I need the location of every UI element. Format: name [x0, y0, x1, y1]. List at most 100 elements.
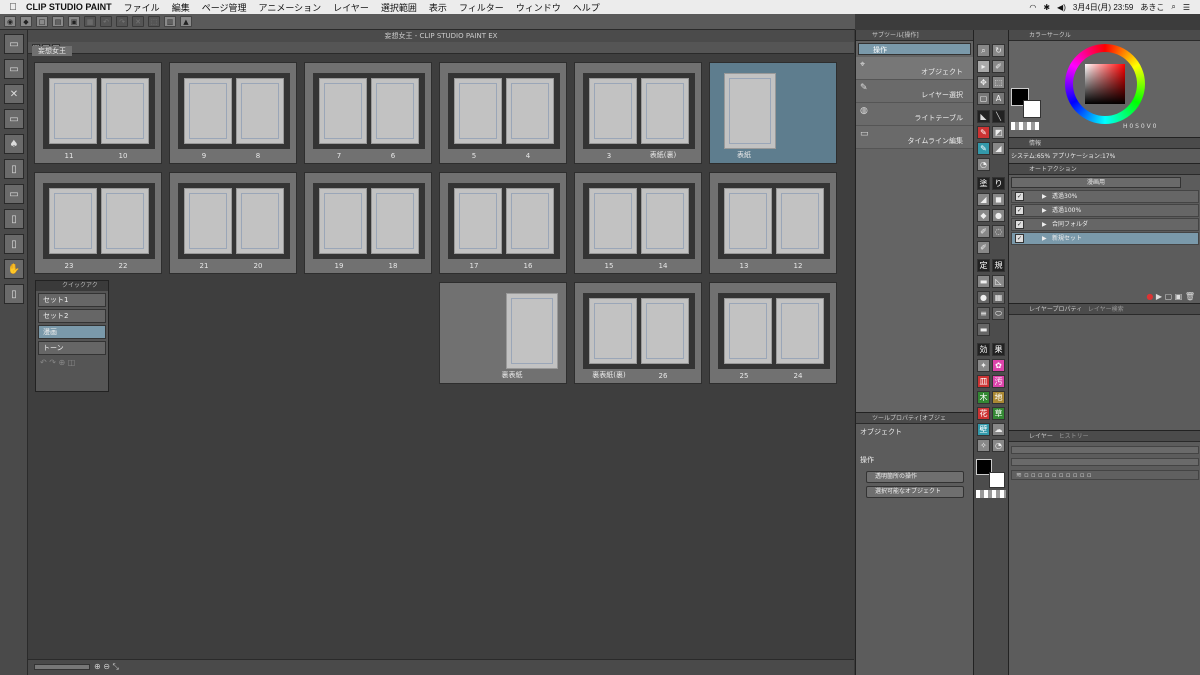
- tab-layer-property[interactable]: レイヤープロパティ: [1029, 306, 1082, 313]
- page-thumbnail[interactable]: [506, 78, 554, 144]
- sub-color-swatch[interactable]: [1023, 100, 1041, 118]
- page-spread[interactable]: 54: [439, 62, 567, 164]
- frame-tool-icon[interactable]: ▬: [977, 275, 990, 288]
- page-thumbnail[interactable]: [319, 188, 367, 254]
- page-thumbnail[interactable]: [454, 78, 502, 144]
- expand-triangle-icon[interactable]: ▶: [1042, 219, 1047, 230]
- star-tool-icon[interactable]: ✧: [977, 439, 990, 452]
- page-thumbnail[interactable]: [101, 188, 149, 254]
- hue-ring[interactable]: [1065, 44, 1145, 124]
- decoration-tool-icon[interactable]: 木: [977, 391, 990, 404]
- tab-layer-search[interactable]: レイヤー検索: [1088, 306, 1124, 313]
- quick-access-tools[interactable]: ↶ ↷ ⊕ ◫: [40, 358, 104, 367]
- pages-icon[interactable]: ▯: [4, 284, 24, 304]
- subtool-item[interactable]: ▭ タイムライン編集: [856, 126, 973, 149]
- hand-icon[interactable]: ✋: [4, 259, 24, 279]
- flower-tool-icon[interactable]: ✿: [992, 359, 1005, 372]
- page-spread[interactable]: 19 18: [304, 172, 432, 274]
- fill-tool-icon[interactable]: 塗: [977, 177, 990, 190]
- page-thumbnail[interactable]: [589, 188, 637, 254]
- brush-tool-icon[interactable]: ✎: [977, 142, 990, 155]
- document-tab[interactable]: 妄想女王: [32, 46, 72, 56]
- page-thumbnail[interactable]: [49, 188, 97, 254]
- page-spread[interactable]: 3 表紙(裏): [574, 62, 702, 164]
- quick-access-item[interactable]: セット2: [38, 309, 106, 323]
- blend-tool-icon[interactable]: ◔: [977, 158, 990, 171]
- page-spread[interactable]: 裏表紙: [439, 282, 567, 384]
- opacity-slider[interactable]: [1011, 458, 1199, 466]
- page-thumbnail[interactable]: [506, 188, 554, 254]
- page-thumbnail[interactable]: [776, 188, 824, 254]
- panel-folder-icon[interactable]: ▭: [4, 34, 24, 54]
- auto-action-set-select[interactable]: 漫画用: [1011, 177, 1181, 188]
- decoration-tool-icon[interactable]: 地: [992, 391, 1005, 404]
- menu-view[interactable]: 表示: [429, 1, 447, 14]
- transform-icon[interactable]: ⬚: [148, 16, 160, 27]
- page-thumbnail[interactable]: [589, 78, 637, 144]
- check-icon[interactable]: ✓: [1015, 220, 1024, 229]
- zoom-buttons[interactable]: ⊕ ⊖ ⤡: [94, 662, 119, 672]
- brush-small-icon[interactable]: ✐: [977, 241, 990, 254]
- check-icon[interactable]: ✓: [1015, 192, 1024, 201]
- volume-icon[interactable]: ◀): [1057, 3, 1066, 12]
- brush-small-icon[interactable]: ✐: [977, 225, 990, 238]
- panel-folder-icon[interactable]: ▭: [4, 184, 24, 204]
- check-icon[interactable]: ✓: [1015, 234, 1024, 243]
- auto-action-item[interactable]: ✓ ▶ 新規セット: [1011, 232, 1199, 245]
- menu-help[interactable]: ヘルプ: [573, 1, 600, 14]
- decoration-tool-icon[interactable]: 皿: [977, 375, 990, 388]
- page-thumbnail[interactable]: [236, 188, 284, 254]
- ruler-tool-icon[interactable]: 規: [992, 259, 1005, 272]
- page-thumbnail[interactable]: [454, 188, 502, 254]
- clear-icon[interactable]: ✕: [132, 16, 144, 27]
- clip-studio-icon[interactable]: ◉: [4, 16, 16, 27]
- fill-bucket-icon[interactable]: ◆: [977, 209, 990, 222]
- zoom-slider[interactable]: [34, 664, 90, 670]
- search-icon[interactable]: ⌕: [1171, 2, 1175, 12]
- pages-icon[interactable]: ▯: [4, 159, 24, 179]
- expand-triangle-icon[interactable]: ▶: [1042, 233, 1047, 244]
- bluetooth-icon[interactable]: ✱: [1043, 3, 1050, 12]
- page-spread[interactable]: 13 12: [709, 172, 837, 274]
- auto-action-item[interactable]: ✓ ▶ 合同フォルダ: [1011, 218, 1199, 231]
- tab-layer[interactable]: レイヤー: [1029, 433, 1053, 440]
- page-thumbnail[interactable]: [371, 188, 419, 254]
- text-tool-icon[interactable]: A: [992, 92, 1005, 105]
- expand-triangle-icon[interactable]: ▶: [1042, 191, 1047, 202]
- page-spread[interactable]: 21 20: [169, 172, 297, 274]
- cloud-tool-icon[interactable]: ☁: [992, 423, 1005, 436]
- record-icon[interactable]: ●: [1146, 292, 1153, 301]
- transparent-swatch[interactable]: [976, 490, 1006, 498]
- transparent-swatch[interactable]: [1011, 122, 1039, 130]
- quick-access-item[interactable]: セット1: [38, 293, 106, 307]
- page-spread[interactable]: 98: [169, 62, 297, 164]
- fill-tool-icon[interactable]: り: [992, 177, 1005, 190]
- circle-tool-icon[interactable]: ●: [977, 291, 990, 304]
- redo-icon[interactable]: ↷: [116, 16, 128, 27]
- lines-tool-icon[interactable]: ≡: [977, 307, 990, 320]
- effect-tool-icon[interactable]: 効: [977, 343, 990, 356]
- auto-action-item[interactable]: ✓ ▶ 透過30%: [1011, 190, 1199, 203]
- check-icon[interactable]: ✓: [1015, 206, 1024, 215]
- layer-toolbar[interactable]: ≋ ▫ ▫ ▫ ▫ ▫ ▫ ▫ ▫ ▫ ▫: [1011, 470, 1199, 480]
- page-thumbnail[interactable]: [184, 78, 232, 144]
- decoration-tool-icon[interactable]: 草: [992, 407, 1005, 420]
- decoration-tool-icon[interactable]: 壁: [977, 423, 990, 436]
- sparkle-tool-icon[interactable]: ✦: [977, 359, 990, 372]
- menu-animation[interactable]: アニメーション: [259, 1, 322, 14]
- selectable-object-select[interactable]: 選択可能なオブジェクト: [866, 486, 964, 498]
- decoration-tool-icon[interactable]: 汚: [992, 375, 1005, 388]
- eraser-tool-icon[interactable]: ◩: [992, 126, 1005, 139]
- app-name[interactable]: CLIP STUDIO PAINT: [26, 2, 112, 12]
- page-thumbnail[interactable]: [371, 78, 419, 144]
- expand-triangle-icon[interactable]: ▶: [1042, 205, 1047, 216]
- pencil-tool-icon[interactable]: ✎: [977, 126, 990, 139]
- blend-mode-select[interactable]: [1011, 446, 1199, 454]
- lasso-tool-icon[interactable]: ▢: [977, 92, 990, 105]
- clock[interactable]: 3月4日(月) 23:59: [1073, 2, 1133, 13]
- tab-history[interactable]: ヒストリー: [1059, 433, 1089, 440]
- page-spread[interactable]: 裏表紙(裏) 26: [574, 282, 702, 384]
- decoration-tool-icon[interactable]: 花: [977, 407, 990, 420]
- page-thumbnail[interactable]: [724, 298, 772, 364]
- menu-file[interactable]: ファイル: [124, 1, 160, 14]
